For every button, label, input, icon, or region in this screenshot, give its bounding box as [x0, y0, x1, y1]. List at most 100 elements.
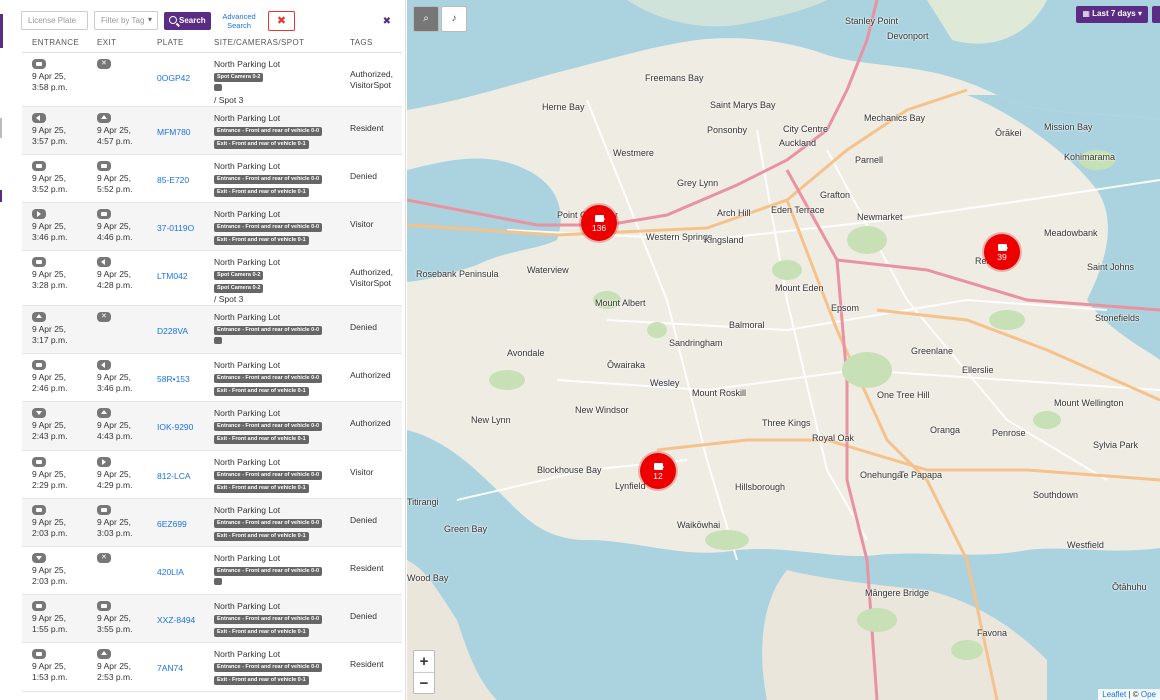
entrance-event-icon[interactable] [32, 160, 46, 171]
table-row[interactable]: 9 Apr 25, 3:46 p.m. 9 Apr 25, 4:46 p.m. 37-0… [22, 202, 402, 252]
table-row[interactable]: 9 Apr 25,3:17 p.m.D228VANorth Parking Lo… [22, 305, 402, 355]
table-row[interactable]: 9 Apr 25, 3:57 p.m. 9 Apr 25, 4:57 p.m. MFM7… [22, 106, 402, 155]
plate-link[interactable]: LTM042 [147, 250, 204, 307]
tag-filter-select[interactable]: Filter by Tag [94, 11, 158, 30]
entrance-event-icon[interactable] [32, 257, 46, 268]
exit-event-icon[interactable] [97, 312, 111, 323]
table-row[interactable]: 9 Apr 25, 2:43 p.m. 9 Apr 25, 4:43 p.m. IOK-… [22, 401, 402, 451]
exit-event-icon[interactable] [97, 208, 111, 219]
entrance-date: 9 Apr 25, [32, 661, 67, 672]
close-panel-button[interactable]: ✖ [383, 16, 391, 27]
entrance-event-icon[interactable] [32, 504, 46, 515]
column-header-site[interactable]: SITE/CAMERAS/SPOT [204, 34, 340, 53]
date-range-dropdown[interactable]: ▦ Last 7 days ▾ [1076, 6, 1148, 23]
entrance-time: 1:53 p.m. [32, 672, 68, 683]
entrance-event-icon[interactable] [32, 601, 46, 612]
entrance-event-icon[interactable] [32, 58, 46, 69]
plate-link[interactable]: D228VA [147, 305, 204, 355]
camera-chip [214, 578, 222, 585]
table-row[interactable]: 9 Apr 25, 2:29 p.m. 9 Apr 25, 4:29 p.m. 812-… [22, 450, 402, 499]
exit-event-icon[interactable] [97, 112, 111, 123]
leaflet-link[interactable]: Leaflet [1102, 690, 1126, 699]
map-place-label: Mount Roskill [692, 388, 747, 398]
exit-event-icon[interactable] [97, 553, 111, 563]
map-search-button[interactable]: ⌕ [413, 6, 439, 32]
spot-label: / Spot 3 [214, 294, 244, 305]
column-header-exit[interactable]: EXIT [87, 34, 147, 53]
camera-cluster-marker-3[interactable]: 12 [640, 453, 676, 489]
table-row[interactable]: 9 Apr 25,2:03 p.m.420LIANorth Parking Lo… [22, 546, 402, 596]
entrance-event-icon[interactable] [32, 312, 46, 323]
exit-event-icon[interactable] [97, 408, 111, 419]
exit-event-icon[interactable] [97, 649, 111, 660]
zoom-control: + − [413, 650, 435, 694]
exit-cell: 9 Apr 25, 4:57 p.m. [87, 106, 147, 155]
plate-link[interactable]: 420LIA [147, 546, 204, 596]
advanced-search-link[interactable]: Advanced Search [221, 12, 257, 30]
table-row[interactable]: 9 Apr 25,3:58 p.m.0OGP42North Parking Lo… [22, 52, 402, 107]
camera-chip: Entrance - Front and rear of vehicle 0-0 [214, 374, 323, 384]
map-extra-control[interactable] [1152, 6, 1160, 23]
site-cell: North Parking Lot Entrance - Front and re… [204, 202, 340, 252]
entrance-event-icon[interactable] [32, 649, 46, 660]
exit-event-icon[interactable] [97, 456, 111, 467]
map-place-label: Meadowbank [1044, 228, 1098, 238]
map-place-label: One Tree Hill [877, 390, 930, 400]
plate-link[interactable]: XXZ-8494 [147, 594, 204, 644]
search-button[interactable]: Search [164, 12, 211, 30]
clear-filters-button[interactable]: ✖ [268, 11, 295, 31]
plate-link[interactable]: 37-0119O [147, 202, 204, 252]
exit-event-icon[interactable] [97, 58, 111, 69]
table-row[interactable]: 9 Apr 25, 1:53 p.m. 9 Apr 25, 2:53 p.m. 7AN7… [22, 642, 402, 692]
map-place-label: Westfield [1067, 540, 1104, 550]
exit-event-icon[interactable] [97, 504, 111, 515]
entrance-event-icon[interactable] [32, 553, 46, 563]
exit-event-icon[interactable] [97, 257, 111, 268]
exit-event-icon[interactable] [97, 601, 111, 612]
table-row[interactable]: 9 Apr 25, 2:46 p.m. 9 Apr 25, 3:46 p.m. 58R•… [22, 353, 402, 403]
table-row[interactable]: 9 Apr 25, 3:28 p.m. 9 Apr 25, 4:28 p.m. LTM0… [22, 250, 402, 307]
entrance-event-icon[interactable] [32, 360, 46, 371]
map-place-label: Kingsland [704, 235, 744, 245]
camera-cluster-marker-1[interactable]: 136 [581, 205, 617, 241]
camera-chip: Spot Camera 0-2 [214, 72, 264, 82]
osm-link[interactable]: Ope [1141, 690, 1156, 699]
table-row[interactable]: 9 Apr 25, 2:03 p.m. 9 Apr 25, 3:03 p.m. 6EZ6… [22, 498, 402, 548]
map-alerts-button[interactable]: ♪ [441, 6, 467, 32]
plate-link[interactable]: IOK-9290 [147, 401, 204, 451]
table-row[interactable]: 9 Apr 25, 1:55 p.m. 9 Apr 25, 3:55 p.m. XXZ-… [22, 594, 402, 644]
map-place-label: Greenlane [911, 346, 954, 356]
camera-chip: Exit - Front and rear of vehicle 0-1 [214, 483, 309, 493]
column-header-tags[interactable]: TAGS [340, 34, 402, 53]
plate-link[interactable]: 812-LCA [147, 450, 204, 499]
column-header-entrance[interactable]: ENTRANCE [22, 34, 87, 53]
sidebar-edge-marker-2 [0, 190, 2, 202]
exit-event-icon[interactable] [97, 160, 111, 171]
site-name: North Parking Lot [214, 312, 281, 323]
camera-cluster-marker-2[interactable]: 39 [984, 234, 1020, 270]
entrance-event-icon[interactable] [32, 112, 46, 123]
entrance-time: 3:17 p.m. [32, 335, 68, 346]
plate-link[interactable]: MFM780 [147, 106, 204, 155]
license-plate-input[interactable]: License Plate [21, 11, 88, 30]
exit-time: 3:03 p.m. [97, 527, 133, 538]
plate-link[interactable]: 0OGP42 [147, 52, 204, 107]
map-place-label: Arch Hill [717, 208, 751, 218]
entrance-event-icon[interactable] [32, 408, 46, 419]
plate-link[interactable]: 58R•153 [147, 353, 204, 403]
zoom-out-button[interactable]: − [414, 673, 434, 695]
entrance-event-icon[interactable] [32, 208, 46, 219]
camera-icon [653, 463, 664, 470]
map-place-label: Te Papapa [899, 470, 943, 480]
column-header-plate[interactable]: PLATE [147, 34, 204, 53]
plate-link[interactable]: 85-E720 [147, 154, 204, 203]
entrance-event-icon[interactable] [32, 456, 46, 467]
map-place-label: Stonefields [1095, 313, 1140, 323]
plate-link[interactable]: 7AN74 [147, 642, 204, 692]
plate-link[interactable]: 6EZ699 [147, 498, 204, 548]
exit-event-icon[interactable] [97, 360, 111, 371]
camera-chip [214, 337, 222, 345]
table-row[interactable]: 9 Apr 25, 3:52 p.m. 9 Apr 25, 5:52 p.m. 85-E… [22, 154, 402, 203]
zoom-in-button[interactable]: + [414, 651, 434, 673]
map-view[interactable]: Auckland Ponsonby Grey Lynn Parnell Grafton N… [407, 0, 1160, 700]
